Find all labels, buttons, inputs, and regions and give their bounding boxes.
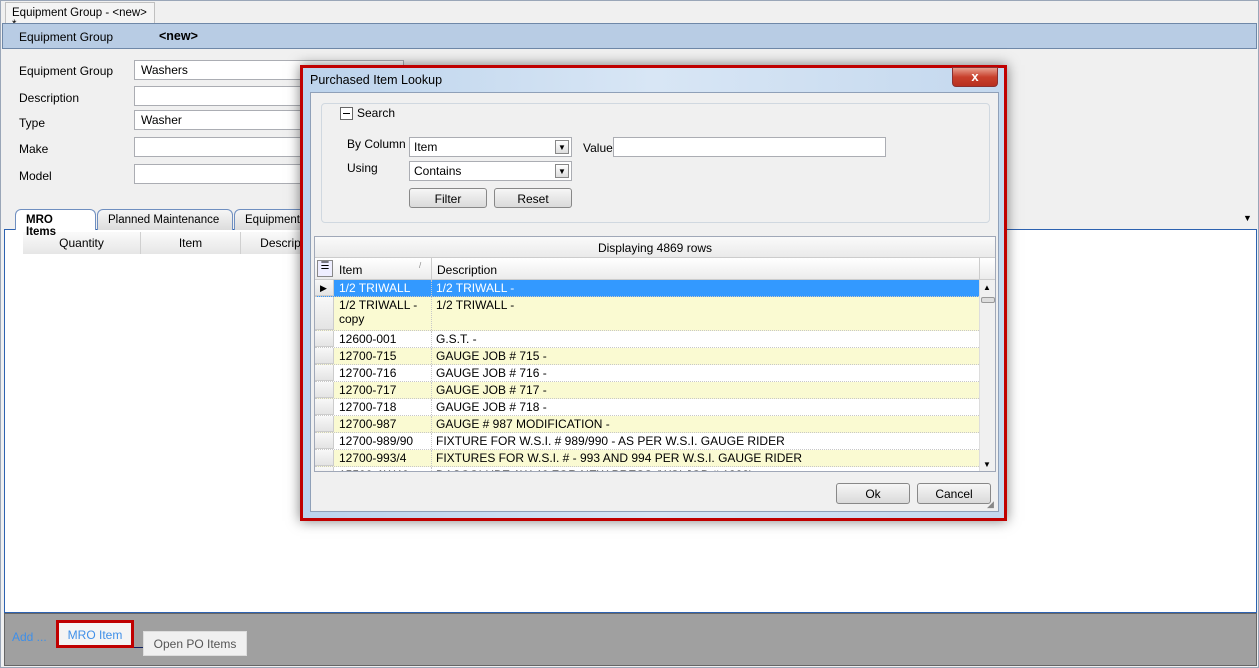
cell-description: 1/2 TRIWALL -: [436, 281, 515, 295]
table-row[interactable]: 12700-993/4 FIXTURES FOR W.S.I. # - 993 A…: [315, 450, 979, 467]
header-band: Equipment Group <new>: [2, 23, 1257, 49]
cell-item: 12600-001: [339, 332, 397, 346]
row-indicator[interactable]: [315, 297, 334, 330]
tab-planned-maintenance[interactable]: Planned Maintenance: [97, 209, 233, 230]
cell-item: 15500-AW46: [339, 468, 431, 471]
model-label: Model: [19, 169, 52, 183]
by-column-label: By Column: [347, 137, 406, 151]
using-label: Using: [347, 161, 378, 175]
collapse-icon[interactable]: [340, 106, 353, 120]
cell-item: 12700-993/4: [339, 451, 407, 465]
row-indicator[interactable]: [315, 450, 334, 466]
cell-item: 12700-987: [339, 417, 397, 431]
dialog-title: Purchased Item Lookup: [310, 73, 443, 87]
table-row[interactable]: 12600-001 G.S.T. -: [315, 331, 979, 348]
table-row[interactable]: 15500-AW46 DASCOLUBE AW 46 FOR NEW PRESS …: [315, 467, 979, 471]
row-indicator[interactable]: [315, 467, 334, 471]
row-indicator[interactable]: [315, 416, 334, 432]
value-input[interactable]: [613, 137, 886, 157]
chevron-down-icon[interactable]: ▼: [555, 140, 569, 154]
by-column-value: Item: [414, 140, 438, 154]
cell-item: 12700-716: [339, 366, 397, 380]
cell-description: GAUGE JOB # 715 -: [436, 349, 547, 363]
search-group: Search By Column Item ▼ Using Contains ▼ V…: [321, 103, 990, 223]
document-tab[interactable]: Equipment Group - <new> *: [5, 2, 155, 31]
row-indicator[interactable]: [315, 365, 334, 381]
cell-item: 12700-989/90: [339, 434, 414, 448]
using-value: Contains: [414, 164, 462, 178]
cancel-button[interactable]: Cancel: [917, 483, 991, 504]
dialog-body: Search By Column Item ▼ Using Contains ▼ V…: [310, 92, 999, 512]
vertical-scrollbar[interactable]: ▲ ▼: [979, 280, 995, 471]
make-label: Make: [19, 142, 49, 156]
using-select[interactable]: Contains ▼: [409, 161, 572, 181]
current-row-icon: ▶: [320, 283, 327, 293]
table-row[interactable]: 1/2 TRIWALL - copy 1/2 TRIWALL -: [315, 297, 979, 331]
resize-grip-icon[interactable]: ◢: [987, 499, 994, 510]
add-link[interactable]: Add ...: [12, 630, 47, 644]
cell-description: FIXTURES FOR W.S.I. # - 993 AND 994 PER …: [436, 451, 803, 465]
column-chooser-icon[interactable]: ☰: [317, 260, 333, 277]
open-po-items-button[interactable]: Open PO Items: [143, 631, 247, 656]
cell-item: 12700-717: [339, 383, 397, 397]
table-row[interactable]: 12700-987 GAUGE # 987 MODIFICATION -: [315, 416, 979, 433]
cell-description: DASCOLUBE AW 46 FOR NEW PRESS (WSI JOB #…: [436, 468, 753, 471]
row-indicator[interactable]: [315, 382, 334, 398]
column-header-description[interactable]: Description: [437, 263, 497, 277]
column-header-item[interactable]: Item: [141, 232, 241, 254]
type-label: Type: [19, 116, 46, 130]
results-grid: Displaying 4869 rows ☰ Item / Descriptio…: [314, 236, 996, 472]
table-row[interactable]: 1/2 TRIWALL 1/2 TRIWALL - ▶: [315, 280, 979, 297]
description-label: Description: [19, 91, 80, 105]
table-row[interactable]: 12700-989/90 FIXTURE FOR W.S.I. # 989/990…: [315, 433, 979, 450]
equipment-group-label: Equipment Group: [19, 64, 114, 78]
mro-item-button[interactable]: MRO Item: [56, 620, 134, 648]
scroll-thumb[interactable]: [981, 297, 995, 303]
row-indicator[interactable]: [315, 399, 334, 415]
cell-description: 1/2 TRIWALL -: [436, 298, 515, 312]
scroll-down-icon[interactable]: ▼: [983, 460, 991, 469]
cell-item: 1/2 TRIWALL - copy: [339, 298, 418, 326]
search-group-title: Search: [357, 106, 396, 120]
cell-description: GAUGE JOB # 718 -: [436, 400, 547, 414]
cell-description: GAUGE # 987 MODIFICATION -: [436, 417, 610, 431]
search-group-header[interactable]: Search: [336, 106, 400, 120]
cell-description: GAUGE JOB # 716 -: [436, 366, 547, 380]
row-indicator[interactable]: [315, 433, 334, 449]
row-indicator[interactable]: [315, 331, 334, 347]
sort-icon: /: [419, 261, 422, 270]
rows-container: 1/2 TRIWALL 1/2 TRIWALL - ▶ 1/2 TRIWALL - c…: [315, 280, 979, 471]
by-column-select[interactable]: Item ▼: [409, 137, 572, 157]
cell-item: 1/2 TRIWALL: [339, 281, 411, 295]
cell-item: 12700-715: [339, 349, 397, 363]
chevron-down-icon[interactable]: ▼: [555, 164, 569, 178]
column-header-row: ☰ Item / Description: [315, 258, 995, 280]
table-row[interactable]: 12700-715 GAUGE JOB # 715 -: [315, 348, 979, 365]
filter-button[interactable]: Filter: [409, 188, 487, 208]
table-row[interactable]: 12700-717 GAUGE JOB # 717 -: [315, 382, 979, 399]
cell-item: 12700-718: [339, 400, 397, 414]
value-label: Value: [583, 141, 613, 155]
close-icon: x: [971, 69, 979, 84]
ok-button[interactable]: Ok: [836, 483, 910, 504]
row-count-caption: Displaying 4869 rows: [315, 237, 995, 258]
row-indicator[interactable]: [315, 348, 334, 364]
close-button[interactable]: x: [952, 67, 998, 87]
header-label: Equipment Group: [19, 30, 114, 44]
tab-overflow-icon[interactable]: ▼: [1243, 213, 1252, 223]
purchased-item-lookup-dialog: Purchased Item Lookup x Search By Column…: [300, 65, 1007, 521]
column-header-item[interactable]: Item: [339, 263, 362, 277]
table-row[interactable]: 12700-716 GAUGE JOB # 716 -: [315, 365, 979, 382]
cell-description: FIXTURE FOR W.S.I. # 989/990 - AS PER W.…: [436, 434, 785, 448]
cell-description: GAUGE JOB # 717 -: [436, 383, 547, 397]
tab-mro-items[interactable]: MRO Items: [15, 209, 96, 238]
reset-button[interactable]: Reset: [494, 188, 572, 208]
cell-description: G.S.T. -: [436, 332, 477, 346]
scroll-up-icon[interactable]: ▲: [983, 283, 991, 292]
table-row[interactable]: 12700-718 GAUGE JOB # 718 -: [315, 399, 979, 416]
header-value: <new>: [159, 29, 198, 43]
